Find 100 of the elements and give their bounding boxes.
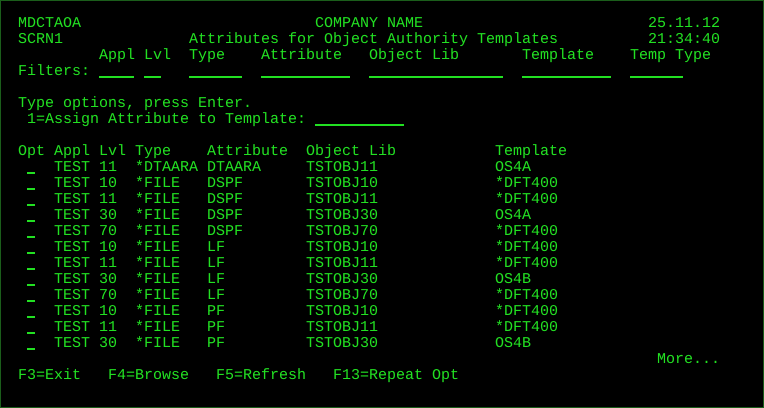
table-cell: 11 (99, 160, 117, 176)
table-cell: *FILE (135, 256, 180, 272)
table-cell: TEST (54, 224, 90, 240)
table-cell: OS4B (495, 336, 531, 352)
column-header: Type (135, 144, 171, 160)
table-cell: TEST (54, 336, 90, 352)
screen-id: SCRN1 (18, 32, 63, 48)
screen-date: 25.11.12 (648, 16, 720, 32)
table-cell: 10 (99, 176, 117, 192)
function-key-label: F13=Repeat Opt (333, 368, 459, 384)
table-cell: *DFT400 (495, 320, 558, 336)
table-cell: *DFT400 (495, 192, 558, 208)
table-cell: TSTOBJ10 (306, 240, 378, 256)
column-header: Template (495, 144, 567, 160)
table-cell: *FILE (135, 192, 180, 208)
table-cell: TEST (54, 176, 90, 192)
table-cell: DSPF (207, 192, 243, 208)
table-cell: TEST (54, 272, 90, 288)
option-text: 1=Assign Attribute to Template: (27, 112, 306, 128)
table-cell: *DFT400 (495, 304, 558, 320)
function-key-label: F4=Browse (108, 368, 189, 384)
table-cell: PF (207, 320, 225, 336)
table-cell: TSTOBJ11 (306, 256, 378, 272)
function-key-label: F3=Exit (18, 368, 81, 384)
table-cell: LF (207, 240, 225, 256)
table-cell: PF (207, 336, 225, 352)
table-cell: TSTOBJ10 (306, 304, 378, 320)
filter-column-header: Type (189, 48, 225, 64)
table-cell: TSTOBJ70 (306, 224, 378, 240)
table-cell: *DFT400 (495, 176, 558, 192)
table-cell: DSPF (207, 176, 243, 192)
table-cell: *FILE (135, 208, 180, 224)
column-header: Lvl (99, 144, 126, 160)
column-header: Opt (18, 144, 45, 160)
more-indicator: More... (657, 352, 720, 368)
table-cell: *DFT400 (495, 288, 558, 304)
table-cell: TSTOBJ30 (306, 208, 378, 224)
table-cell: DSPF (207, 208, 243, 224)
table-cell: LF (207, 288, 225, 304)
table-cell: *DFT400 (495, 256, 558, 272)
filters-label: Filters: (18, 64, 90, 80)
table-cell: TEST (54, 304, 90, 320)
table-cell: TSTOBJ11 (306, 192, 378, 208)
table-cell: TSTOBJ11 (306, 160, 378, 176)
table-cell: *FILE (135, 304, 180, 320)
table-cell: *FILE (135, 224, 180, 240)
table-cell: *FILE (135, 272, 180, 288)
filter-column-header: Object Lib (369, 48, 459, 64)
filter-column-header: Appl (99, 48, 135, 64)
table-cell: 10 (99, 304, 117, 320)
screen-time: 21:34:40 (648, 32, 720, 48)
table-cell: TSTOBJ10 (306, 176, 378, 192)
screen-title: Attributes for Object Authority Templates (189, 32, 558, 48)
table-cell: TEST (54, 288, 90, 304)
table-cell: 30 (99, 208, 117, 224)
instruction-text: Type options, press Enter. (18, 96, 252, 112)
column-header: Object Lib (306, 144, 396, 160)
table-cell: TEST (54, 320, 90, 336)
column-header: Attribute (207, 144, 288, 160)
table-cell: *DFT400 (495, 240, 558, 256)
table-cell: LF (207, 272, 225, 288)
table-cell: *FILE (135, 336, 180, 352)
table-cell: *FILE (135, 288, 180, 304)
table-cell: 11 (99, 256, 117, 272)
program-name: MDCTAOA (18, 16, 81, 32)
table-cell: TSTOBJ30 (306, 336, 378, 352)
table-cell: 11 (99, 192, 117, 208)
table-cell: TSTOBJ11 (306, 320, 378, 336)
function-key-label: F5=Refresh (216, 368, 306, 384)
table-cell: 30 (99, 272, 117, 288)
table-cell: OS4B (495, 272, 531, 288)
table-cell: 10 (99, 240, 117, 256)
table-cell: PF (207, 304, 225, 320)
filter-column-header: Temp Type (630, 48, 711, 64)
table-cell: 11 (99, 320, 117, 336)
table-cell: TEST (54, 256, 90, 272)
table-cell: TEST (54, 208, 90, 224)
table-cell: TSTOBJ70 (306, 288, 378, 304)
filter-column-header: Attribute (261, 48, 342, 64)
filter-column-header: Template (522, 48, 594, 64)
column-header: Appl (54, 144, 90, 160)
table-cell: TEST (54, 160, 90, 176)
table-cell: TEST (54, 240, 90, 256)
table-cell: *FILE (135, 240, 180, 256)
table-cell: TEST (54, 192, 90, 208)
table-cell: LF (207, 256, 225, 272)
table-cell: *FILE (135, 320, 180, 336)
table-cell: DTAARA (207, 160, 261, 176)
table-cell: 30 (99, 336, 117, 352)
table-cell: OS4A (495, 160, 531, 176)
table-cell: TSTOBJ30 (306, 272, 378, 288)
table-cell: *DTAARA (135, 160, 198, 176)
table-cell: *DFT400 (495, 224, 558, 240)
company-name: COMPANY NAME (315, 16, 423, 32)
table-cell: 70 (99, 288, 117, 304)
filter-column-header: Lvl (144, 48, 171, 64)
table-cell: DSPF (207, 224, 243, 240)
table-cell: 70 (99, 224, 117, 240)
table-cell: OS4A (495, 208, 531, 224)
table-cell: *FILE (135, 176, 180, 192)
